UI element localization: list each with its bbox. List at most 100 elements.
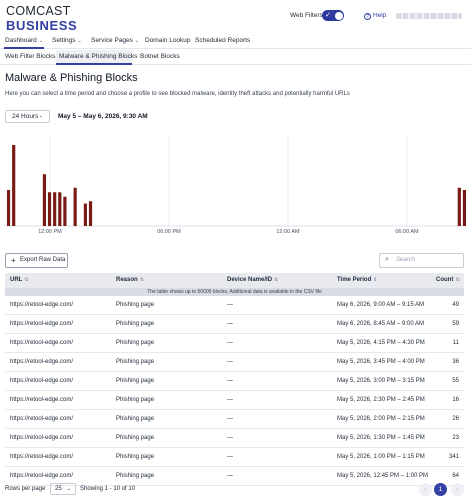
reason-cell: Phishing page — [116, 435, 155, 441]
column-header-count[interactable]: Count ⇅ — [436, 277, 460, 283]
comcast-business-logo[interactable]: COMCAST BUSINESS — [6, 5, 77, 32]
web-filters-toggle[interactable]: ✓ — [322, 10, 344, 21]
nav-item-settings[interactable]: Settings ⌄ — [52, 37, 82, 44]
table-row[interactable]: https://retool-edge.com/Phishing page — Ma… — [5, 353, 464, 372]
table-row[interactable]: https://retool-edge.com/Phishing page — Ma… — [5, 448, 464, 467]
showing-count: Showing 1 - 10 of 10 — [80, 486, 136, 492]
table-row[interactable]: https://retool-edge.com/Phishing page — Ma… — [5, 410, 464, 429]
url-cell: https://retool-edge.com/ — [10, 359, 74, 365]
user-account-menu[interactable] — [396, 13, 462, 19]
column-label: URL — [10, 277, 23, 283]
chart-bar — [88, 201, 93, 226]
chevron-down-icon: ⌄ — [66, 486, 71, 492]
chevron-down-icon: ⌄ — [134, 38, 140, 44]
page-button-current[interactable]: 1 — [434, 483, 447, 496]
count-cell: 16 — [452, 397, 459, 403]
nav-item-label: Service Pages — [91, 37, 133, 44]
reason-cell: Phishing page — [116, 359, 155, 365]
tab-web-filter-blocks[interactable]: Web Filter Blocks — [5, 53, 55, 60]
url-cell: https://retool-edge.com/ — [10, 302, 74, 308]
count-cell: 36 — [452, 359, 459, 365]
reason-cell: Phishing page — [116, 321, 155, 327]
sort-descending-icon: ⇩ — [373, 277, 378, 283]
time-period-cell: May 5, 2026, 4:15 PM – 4:30 PM — [337, 340, 425, 346]
next-page-button[interactable]: › — [451, 483, 464, 496]
page-title: Malware & Phishing Blocks — [5, 72, 138, 84]
column-header-device[interactable]: Device Name/ID ⇅ — [227, 277, 278, 283]
time-period-cell: May 5, 2026, 2:30 PM – 2:45 PM — [337, 397, 425, 403]
url-cell: https://retool-edge.com/ — [10, 378, 74, 384]
count-cell: 64 — [452, 473, 459, 479]
device-cell: — — [227, 378, 233, 384]
nav-item-label: Dashboard — [5, 37, 37, 44]
reason-cell: Phishing page — [116, 454, 155, 460]
time-period-value: 24 Hours — [12, 113, 39, 120]
nav-item-domain-lookup[interactable]: Domain Lookup — [145, 37, 191, 44]
x-tick-label: 06:00 PM — [157, 229, 181, 235]
reason-cell: Phishing page — [116, 302, 155, 308]
device-cell: — — [227, 397, 233, 403]
export-raw-data-button[interactable]: + Export Raw Data — [5, 253, 68, 268]
column-header-url[interactable]: URL ⇅ — [10, 277, 29, 283]
top-bar: COMCAST BUSINESS Web Filters ✓ ? Help — [0, 0, 471, 34]
url-cell: https://retool-edge.com/ — [10, 416, 74, 422]
x-tick-label: 12:00 PM — [38, 229, 62, 235]
url-cell: https://retool-edge.com/ — [10, 473, 74, 479]
time-period-cell: May 5, 2026, 12:45 PM – 1:00 PM — [337, 473, 429, 479]
chevron-down-icon: ⌄ — [77, 38, 82, 44]
count-cell: 49 — [452, 302, 459, 308]
time-period-cell: May 6, 2026, 8:45 AM – 9:00 AM — [337, 321, 425, 327]
count-cell: 341 — [448, 454, 459, 460]
time-period-select[interactable]: 24 Hours ⌄ — [5, 110, 50, 123]
table-row[interactable]: https://retool-edge.com/Phishing page — Ma… — [5, 315, 464, 334]
chevron-down-icon: ⌄ — [38, 38, 44, 44]
chart-bar — [58, 192, 62, 226]
chart-bar — [83, 203, 87, 226]
sort-icon: ⇅ — [139, 277, 144, 283]
column-header-reason[interactable]: Reason ⇅ — [116, 277, 144, 283]
column-label: Reason — [116, 277, 138, 283]
help-icon: ? — [364, 13, 371, 20]
nav-item-scheduled-reports[interactable]: Scheduled Reports — [195, 37, 250, 44]
column-header-time-period[interactable]: Time Period ⇩ — [337, 277, 377, 283]
nav-item-service-pages[interactable]: Service Pages ⌄ — [91, 37, 139, 44]
nav-item-dashboard[interactable]: Dashboard ⌄ — [5, 37, 43, 44]
device-cell: — — [227, 454, 233, 460]
table-row[interactable]: https://retool-edge.com/Phishing page — Ma… — [5, 391, 464, 410]
tab-malware-phishing-blocks[interactable]: Malware & Phishing Blocks — [59, 53, 137, 60]
search-input[interactable]: ⌕ Search — [379, 253, 464, 268]
check-icon: ✓ — [325, 12, 331, 19]
column-label: Time Period — [337, 277, 372, 283]
sort-icon: ⇅ — [274, 277, 279, 283]
plus-icon: + — [11, 256, 16, 265]
rows-per-page-label: Rows per page — [5, 486, 46, 492]
device-cell: — — [227, 302, 233, 308]
logo-line-1: COMCAST — [6, 4, 71, 18]
table-row[interactable]: https://retool-edge.com/Phishing page — Ma… — [5, 372, 464, 391]
rows-per-page-select[interactable]: 25 ⌄ — [50, 483, 76, 495]
table-row[interactable]: https://retool-edge.com/Phishing page — Ma… — [5, 334, 464, 353]
previous-page-button[interactable]: ‹ — [419, 483, 432, 496]
table-limit-note: The table shows up to 50000 blocks. Addi… — [5, 288, 464, 296]
time-period-cell: May 5, 2026, 2:00 PM – 2:15 PM — [337, 416, 425, 422]
tab-botnet-blocks[interactable]: Botnet Blocks — [140, 53, 180, 60]
chart-bar — [63, 196, 67, 226]
column-label: Count — [436, 277, 454, 283]
sub-nav: Web Filter Blocks Malware & Phishing Blo… — [0, 49, 471, 65]
x-tick-label: 06:00 AM — [395, 229, 419, 235]
page-description: Here you can select a time period and ch… — [5, 91, 350, 97]
web-filters-label: Web Filters — [290, 12, 323, 19]
chart-bar — [42, 174, 47, 226]
table-header: URL ⇅ Reason ⇅ Device Name/ID ⇅ Time Period… — [5, 273, 464, 288]
chart-bar — [457, 187, 461, 226]
count-cell: 26 — [452, 416, 459, 422]
chart-bar — [462, 190, 466, 226]
help-link[interactable]: ? Help — [364, 12, 386, 20]
time-period-cell: May 5, 2026, 1:00 PM – 1:15 PM — [337, 454, 425, 460]
table-row[interactable]: https://retool-edge.com/Phishing page — Ma… — [5, 429, 464, 448]
search-icon: ⌕ — [385, 256, 389, 263]
table-row[interactable]: https://retool-edge.com/Phishing page — Ma… — [5, 296, 464, 315]
toggle-knob — [334, 11, 343, 20]
url-cell: https://retool-edge.com/ — [10, 340, 74, 346]
chart-bar — [53, 192, 57, 226]
